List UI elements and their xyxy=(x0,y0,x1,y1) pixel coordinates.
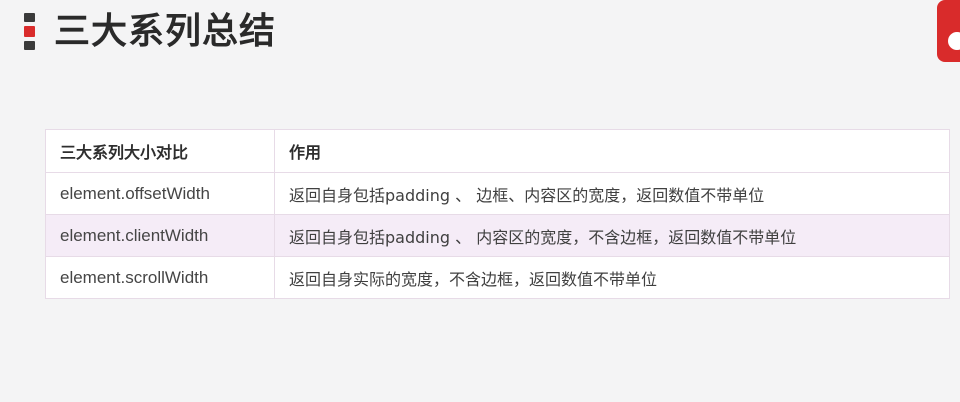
header-property: 三大系列大小对比 xyxy=(45,129,275,173)
mark-middle xyxy=(24,26,35,37)
cell-property: element.clientWidth xyxy=(45,214,275,257)
cell-property: element.offsetWidth xyxy=(45,172,275,215)
header-function: 作用 xyxy=(274,129,950,173)
mark-top xyxy=(24,13,35,22)
logo-ring xyxy=(948,32,960,50)
cell-description: 返回自身包括padding 、 边框、内容区的宽度，返回数值不带单位 xyxy=(274,172,950,215)
page-title: 三大系列总结 xyxy=(54,11,277,52)
table-row: element.scrollWidth 返回自身实际的宽度，不含边框，返回数值不… xyxy=(45,256,950,299)
bullet-marks-icon xyxy=(24,13,36,54)
mark-bottom xyxy=(24,41,35,50)
table-row: element.clientWidth 返回自身包括padding 、 内容区的… xyxy=(45,214,950,257)
comparison-table: 三大系列大小对比 作用 element.offsetWidth 返回自身包括pa… xyxy=(45,129,950,299)
brand-logo-icon xyxy=(937,0,960,62)
cell-description: 返回自身实际的宽度，不含边框，返回数值不带单位 xyxy=(274,256,950,299)
table-header-row: 三大系列大小对比 作用 xyxy=(45,129,950,173)
cell-description: 返回自身包括padding 、 内容区的宽度，不含边框，返回数值不带单位 xyxy=(274,214,950,257)
table-row: element.offsetWidth 返回自身包括padding 、 边框、内… xyxy=(45,172,950,215)
cell-property: element.scrollWidth xyxy=(45,256,275,299)
